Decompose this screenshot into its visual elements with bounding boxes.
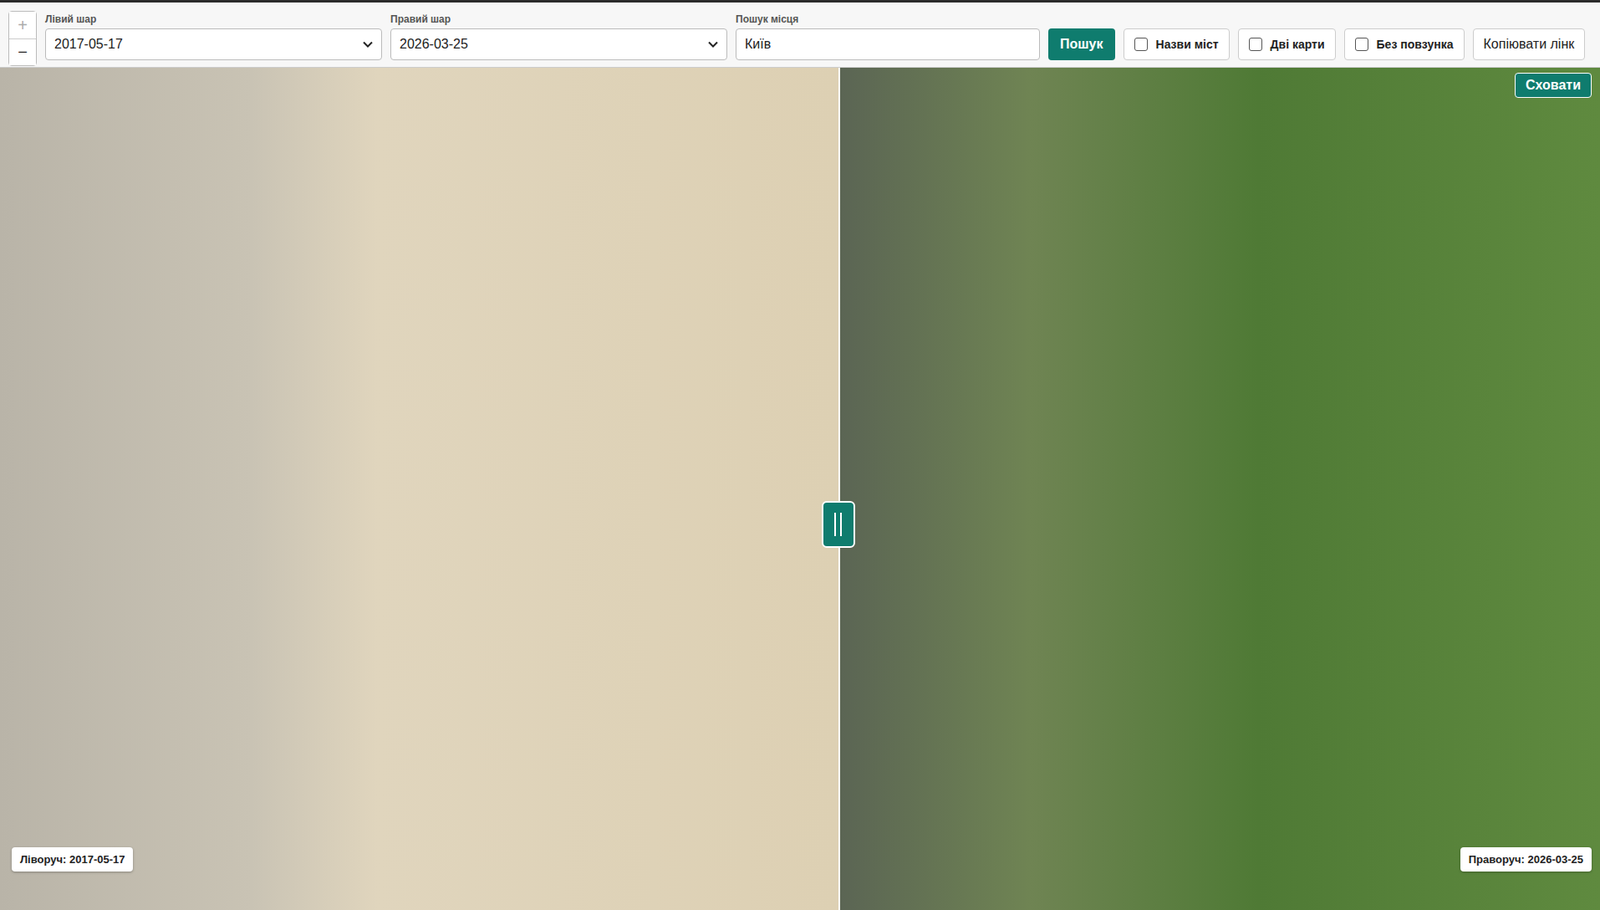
left-caption: Ліворуч: 2017-05-17 bbox=[11, 846, 133, 872]
chevron-icon bbox=[362, 40, 373, 48]
toolbar: + − Лівий шар 2017-05-17 Правий шар 2026… bbox=[0, 0, 1600, 68]
left-imagery bbox=[0, 67, 839, 910]
zoom-in-button[interactable]: + bbox=[9, 11, 36, 39]
toggle-chip[interactable]: Назви міст bbox=[1123, 28, 1230, 61]
search-input[interactable]: Київ bbox=[735, 28, 1040, 61]
layer-field: Лівий шар 2017-05-17 bbox=[45, 13, 383, 61]
right-imagery bbox=[840, 67, 1600, 910]
layer-select[interactable]: 2017-05-17 bbox=[45, 28, 383, 61]
checkbox[interactable] bbox=[1248, 37, 1263, 51]
layer-select[interactable]: 2026-03-25 bbox=[390, 28, 728, 61]
chevron-icon bbox=[708, 40, 719, 48]
app: + − Лівий шар 2017-05-17 Правий шар 2026… bbox=[0, 0, 1600, 910]
map-view[interactable]: Сховати Ліворуч: 2017-05-17 Праворуч: 20… bbox=[0, 67, 1600, 910]
search-button[interactable]: Пошук bbox=[1048, 28, 1116, 61]
zoom-control: + − bbox=[8, 10, 37, 67]
zoom-out-button[interactable]: − bbox=[9, 38, 36, 66]
toggle-chip[interactable]: Без повзунка bbox=[1344, 28, 1465, 61]
field-label: Правий шар bbox=[390, 13, 728, 26]
right-caption: Праворуч: 2026-03-25 bbox=[1460, 846, 1592, 872]
split-handle[interactable] bbox=[821, 500, 856, 548]
grip-icon bbox=[840, 512, 842, 536]
grip-icon bbox=[834, 512, 836, 536]
toggle-chip[interactable]: Дві карти bbox=[1238, 28, 1336, 61]
copy-link-button[interactable]: Копіювати лінк bbox=[1472, 28, 1586, 61]
field-label: Пошук місця bbox=[735, 13, 1040, 26]
hide-button[interactable]: Сховати bbox=[1514, 72, 1592, 98]
search-field: Пошук місця Київ bbox=[735, 13, 1040, 61]
field-label: Лівий шар bbox=[45, 13, 383, 26]
layer-field: Правий шар 2026-03-25 bbox=[390, 13, 728, 61]
checkbox[interactable] bbox=[1134, 37, 1148, 51]
checkbox[interactable] bbox=[1355, 37, 1369, 51]
